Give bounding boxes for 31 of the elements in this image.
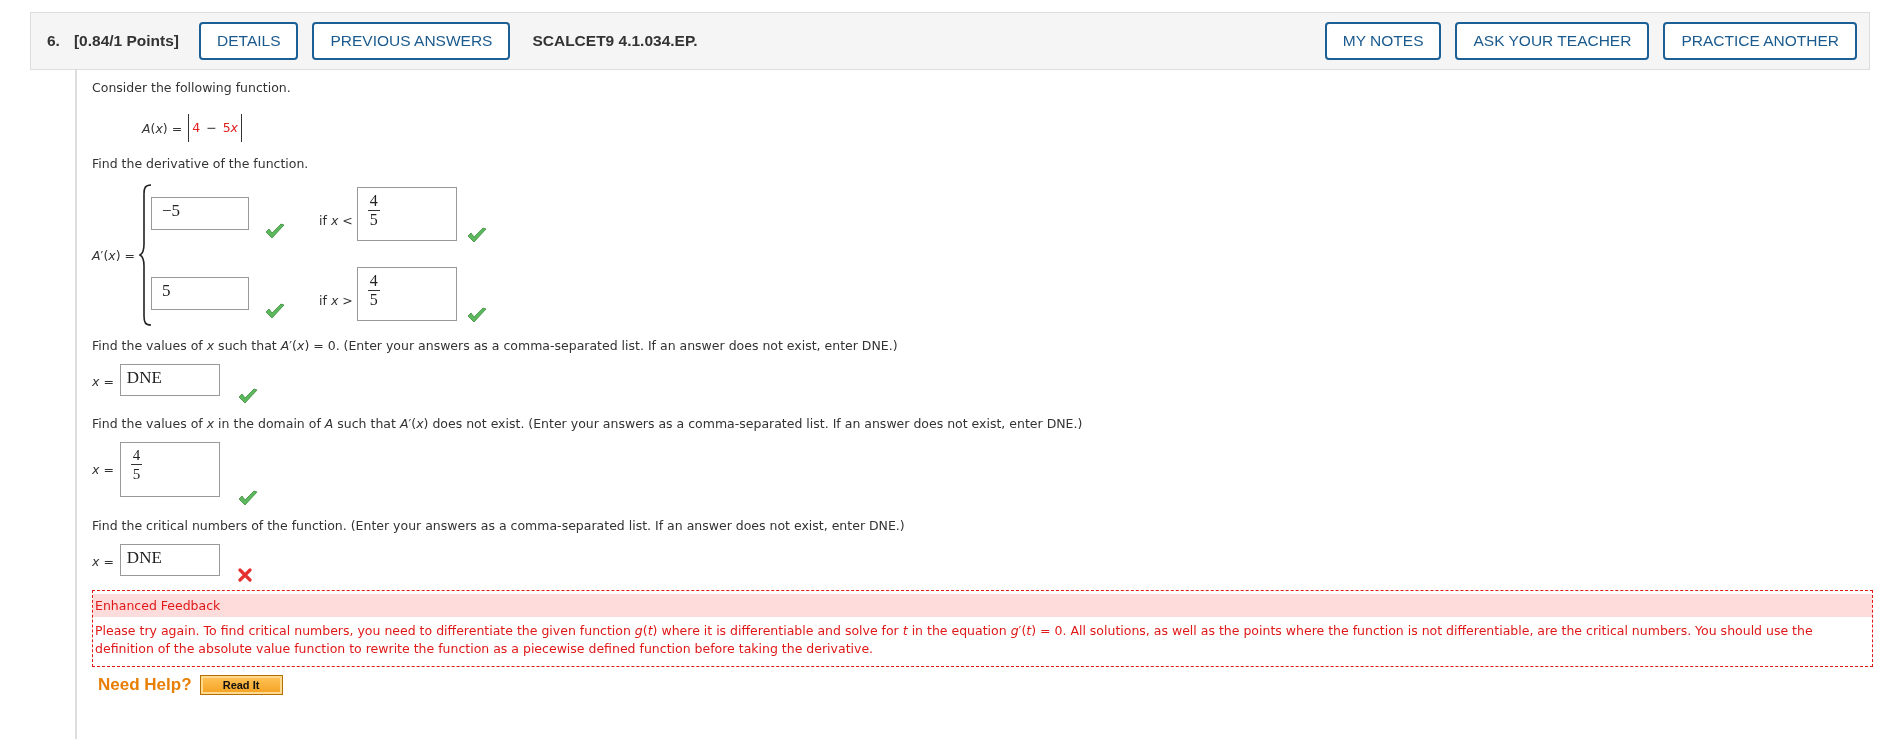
answer-label: x = [92, 462, 114, 477]
answer-label: x = [92, 554, 114, 569]
answer-box[interactable]: 4 5 [356, 187, 457, 241]
intro-text: Consider the following function. [92, 80, 292, 96]
question-code: SCALCET9 4.1.034.EP. [532, 32, 698, 50]
header-button[interactable]: ASK YOUR TEACHER [1455, 22, 1650, 60]
question-prompt: Find the critical numbers of the function. (Enter your answers as a comma-separated list. If an answer does not exist, enter DNE.) [92, 518, 906, 534]
feedback-text: Please try again. To find critical numbers, you need to differentiate the given function g(t) where it is differentiable and solve for t in the equation g′(t) = 0. All solutions, as well as the points where the function is not differentiable, are the critical numbers. You should use the definition of the absolute value function to rewrite the function as a piecewise defined function before taking the derivative. [94, 622, 1814, 658]
question-prompt: Find the values of x such that A′(x) = 0. (Enter your answers as a comma-separated list. If an answer does not exist, enter DNE.) [92, 338, 899, 354]
question-prompt: Find the derivative of the function. [92, 156, 310, 172]
answer-box[interactable]: 5 [151, 277, 249, 310]
answer-box[interactable]: DNE [119, 544, 220, 576]
derivative-label: A′(x) = [92, 247, 135, 263]
question-prompt: Find the values of x in the domain of A such that A′(x) does not exist. (Enter your answers as a comma-separated list. If an answer does not exist, enter DNE.) [92, 416, 1084, 432]
condition-label: if x < [319, 213, 353, 228]
answer-box[interactable]: 4 5 [119, 442, 220, 497]
answer-label: x = [92, 374, 114, 389]
header-button[interactable]: PREVIOUS ANSWERS [312, 22, 511, 60]
answer-box[interactable]: 4 5 [356, 267, 457, 321]
header-button[interactable]: MY NOTES [1324, 22, 1442, 60]
condition-label: if x > [319, 293, 353, 308]
answer-box[interactable]: −5 [151, 197, 249, 230]
help-label: Need Help? [98, 675, 192, 695]
function-formula: A(x) = 4 − 5x [142, 114, 1880, 142]
question-number: 6. [47, 32, 60, 50]
answer-box[interactable]: DNE [119, 364, 220, 396]
points-score: [0.84/1 Points] [73, 32, 180, 50]
header-button[interactable]: PRACTICE ANOTHER [1663, 22, 1857, 60]
read-it-button[interactable]: Read It [199, 675, 283, 695]
header-button[interactable]: DETAILS [199, 22, 299, 60]
feedback-title: Enhanced Feedback [93, 594, 1872, 617]
